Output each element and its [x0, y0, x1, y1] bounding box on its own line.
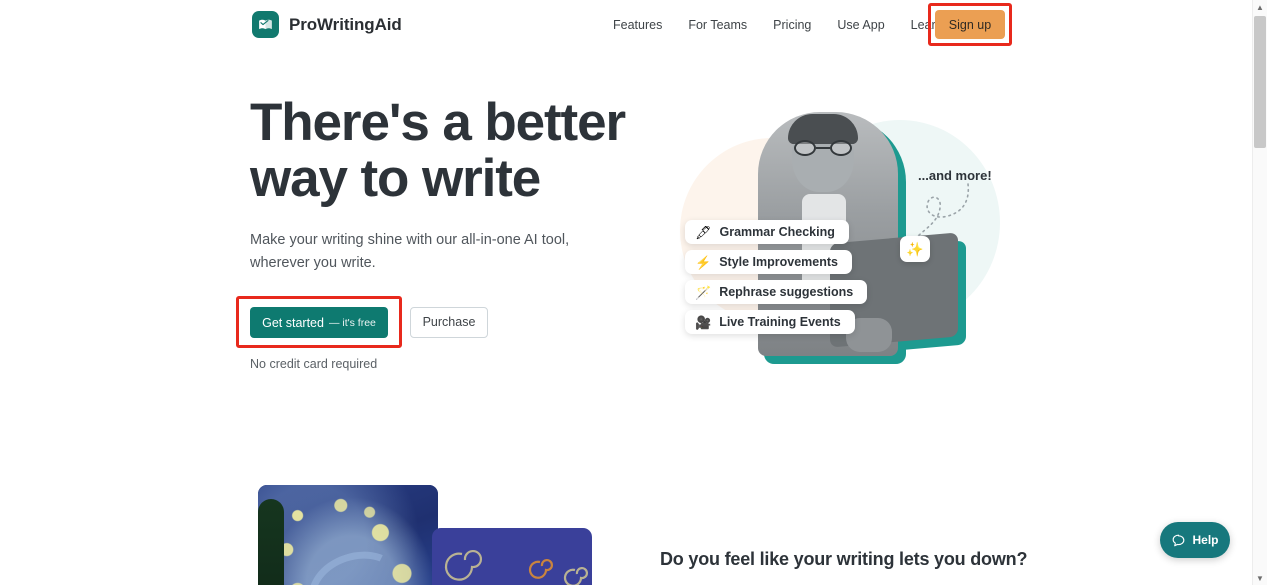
nav-link-pricing[interactable]: Pricing — [760, 0, 824, 50]
site-header: ProWritingAid Features For Teams Pricing… — [0, 0, 1252, 50]
vertical-scrollbar[interactable]: ▲ ▼ — [1252, 0, 1267, 585]
scroll-down-arrow[interactable]: ▼ — [1253, 571, 1267, 585]
brand-logo[interactable]: ProWritingAid — [252, 11, 402, 38]
feature-pill-live-training-events: 🎥 Live Training Events — [685, 310, 855, 334]
feature-pill-label: Grammar Checking — [719, 225, 835, 239]
nav-link-for-teams[interactable]: For Teams — [675, 0, 760, 50]
signup-button-highlight: Sign up — [928, 3, 1012, 46]
page-title: There's a better way to write — [250, 95, 650, 207]
and-more-label: ...and more! — [918, 168, 992, 183]
lightning-bolt-icon: ⚡ — [695, 254, 712, 270]
get-started-highlight: Get started — it's free — [236, 296, 402, 348]
nav-link-features[interactable]: Features — [600, 0, 675, 50]
feature-pill-style-improvements: ⚡ Style Improvements — [685, 250, 852, 274]
feature-pill-label: Style Improvements — [719, 255, 838, 269]
purchase-button[interactable]: Purchase — [410, 306, 488, 338]
scroll-up-arrow[interactable]: ▲ — [1253, 0, 1267, 14]
hero-subtitle: Make your writing shine with our all-in-… — [250, 232, 570, 271]
feature-pill-list: 🖋 Grammar Checking ⚡ Style Improvements … — [685, 220, 868, 334]
browser-viewport: ProWritingAid Features For Teams Pricing… — [0, 0, 1252, 585]
feature-pill-label: Live Training Events — [719, 315, 841, 329]
lower-section-heading: Do you feel like your writing lets you d… — [660, 549, 1028, 569]
hero-title-line1: There's a better — [250, 93, 626, 152]
starry-night-painting — [258, 485, 438, 585]
hero-title-line2: way to write — [250, 149, 541, 208]
feature-pill-rephrase-suggestions: 🪄 Rephrase suggestions — [685, 280, 868, 304]
help-widget-label: Help — [1192, 533, 1219, 547]
swirl-doodles-icon — [444, 549, 588, 585]
scrollbar-thumb[interactable] — [1254, 16, 1266, 148]
get-started-button[interactable]: Get started — it's free — [250, 307, 388, 338]
signup-button[interactable]: Sign up — [935, 10, 1005, 39]
glasses-icon — [794, 140, 852, 156]
hero-illustration: ✨ ...and more! 🖋 Grammar Checking ⚡ Styl… — [650, 100, 1020, 375]
magic-wand-icon: 🪄 — [695, 284, 712, 300]
feather-pen-icon: 🖋 — [695, 224, 712, 240]
hero-cta-row: Get started — it's free Purchase — [236, 296, 488, 348]
help-widget-button[interactable]: Help — [1160, 522, 1230, 558]
get-started-label: Get started — [262, 315, 324, 330]
feature-pill-grammar-checking: 🖋 Grammar Checking — [685, 220, 849, 244]
page-root: ProWritingAid Features For Teams Pricing… — [0, 0, 1267, 585]
blue-swirl-card — [432, 528, 592, 585]
hero-copy: There's a better way to write Make your … — [250, 95, 650, 275]
chat-bubble-icon — [1173, 534, 1185, 546]
movie-camera-icon: 🎥 — [695, 314, 712, 330]
brand-name: ProWritingAid — [289, 14, 402, 34]
feature-pill-label: Rephrase suggestions — [719, 285, 854, 299]
no-credit-card-note: No credit card required — [250, 357, 378, 371]
dotted-curve-arrow-icon — [915, 183, 970, 239]
nav-link-use-app[interactable]: Use App — [824, 0, 897, 50]
get-started-free-note: — it's free — [328, 316, 376, 329]
book-logo-icon — [252, 11, 279, 38]
